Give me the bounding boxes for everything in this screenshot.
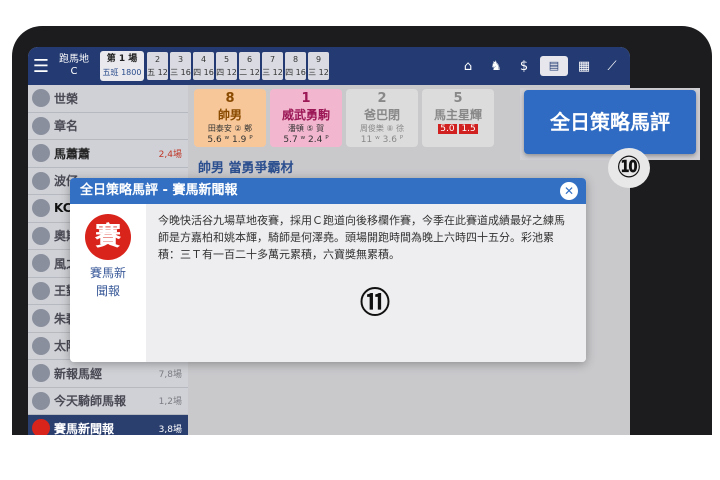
horse-card[interactable]: 2 爸巴閉 周俊樂 ⑧ 徐 11 ʷ 3.6 ᴾ	[346, 89, 418, 147]
venue-selector[interactable]: 跑馬地 C	[54, 54, 94, 78]
menu-icon[interactable]: ☰	[28, 56, 54, 77]
race-selector[interactable]: 第 1 場 五班 1800	[100, 51, 144, 81]
race-button-3[interactable]: 3三 16	[170, 52, 191, 80]
avatar-icon	[32, 309, 50, 328]
avatar-icon	[32, 199, 50, 218]
horse-icon[interactable]: ♞	[484, 59, 508, 74]
horse-card[interactable]: 1 威武勇駒 潘頓 ⑤ 賀 5.7 ʷ 2.4 ᴾ	[270, 89, 342, 147]
avatar-icon	[32, 226, 50, 245]
page-bottom	[0, 435, 720, 480]
horse-card[interactable]: 5 馬主星輝 5.0 1.5	[422, 89, 494, 147]
avatar-icon	[32, 116, 50, 135]
tips-icon[interactable]: ▤	[540, 56, 568, 76]
modal-title: 全日策略馬評 - 賽馬新聞報	[80, 183, 238, 198]
race-button-4[interactable]: 4四 16	[193, 52, 214, 80]
avatar-icon	[32, 336, 50, 355]
avatar-icon	[32, 419, 50, 435]
sidebar-item[interactable]: 章名	[28, 113, 188, 140]
source-name: 賽馬新	[89, 266, 126, 280]
top-bar: ☰ 跑馬地 C 第 1 場 五班 1800 2五 12 3三 16 4四 16 …	[28, 47, 630, 85]
sidebar-item[interactable]: 世榮	[28, 85, 188, 113]
race-button-8[interactable]: 8四 16	[285, 52, 306, 80]
race-button-7[interactable]: 7三 12	[262, 52, 283, 80]
full-day-tips-button[interactable]: 全日策略馬評	[524, 90, 696, 154]
sidebar-item[interactable]: 今天騎師馬報 1,2場	[28, 388, 188, 415]
stage: ☰ 跑馬地 C 第 1 場 五班 1800 2五 12 3三 16 4四 16 …	[0, 0, 720, 480]
avatar-icon	[32, 391, 50, 410]
tip-text: 今晚快活谷九場草地夜賽，採用Ｃ跑道向後移欄作賽，今季在此賽道成績最好之練馬師是方…	[158, 214, 565, 261]
odds-icon[interactable]: $	[512, 59, 536, 74]
modal-header: 全日策略馬評 - 賽馬新聞報 ✕	[70, 178, 586, 204]
toolbar-icons: ⌂ ♞ $ ▤ ▦ ⟋	[452, 47, 624, 85]
race-buttons: 2五 12 3三 16 4四 16 5四 12 6二 12 7三 12 8四 1…	[147, 52, 331, 80]
source-name: 聞報	[95, 284, 120, 298]
avatar-icon	[32, 89, 50, 108]
step-marker-11: ⑪	[360, 286, 390, 321]
sidebar-item-active[interactable]: 賽馬新聞報 3,8場	[28, 415, 188, 435]
horse-card[interactable]: 8 帥男 田泰安 ② 鄭 5.6 ʷ 1.9 ᴾ	[194, 89, 266, 147]
grid-icon[interactable]: ▦	[572, 59, 596, 74]
avatar-icon	[32, 144, 50, 163]
avatar-icon	[32, 254, 50, 273]
race-button-9[interactable]: 9三 12	[308, 52, 329, 80]
horse-cards: 8 帥男 田泰安 ② 鄭 5.6 ʷ 1.9 ᴾ 1 威武勇駒 潘頓 ⑤ 賀 5…	[194, 89, 498, 147]
avatar-icon	[32, 281, 50, 300]
avatar-icon	[32, 171, 50, 190]
sidebar-item[interactable]: 新報馬經 7,8場	[28, 360, 188, 388]
avatar-icon	[32, 364, 50, 383]
newspaper-logo-icon: 賽	[85, 214, 131, 260]
source-panel: 賽 賽馬新 聞報	[70, 204, 146, 362]
tip-headline: 帥男 當勇爭霸材	[198, 161, 294, 176]
race-button-6[interactable]: 6二 12	[239, 52, 260, 80]
tips-modal: 全日策略馬評 - 賽馬新聞報 ✕ 賽 賽馬新 聞報 今晚快活谷九場草地夜賽，採用…	[70, 178, 586, 362]
sidebar-item[interactable]: 馬蕭蕭 2,4場	[28, 140, 188, 168]
home-icon[interactable]: ⌂	[456, 59, 480, 74]
step-marker-10: ⑩	[608, 148, 650, 188]
chart-icon[interactable]: ⟋	[600, 59, 624, 74]
close-icon[interactable]: ✕	[560, 182, 578, 200]
race-button-5[interactable]: 5四 12	[216, 52, 237, 80]
race-button-2[interactable]: 2五 12	[147, 52, 168, 80]
